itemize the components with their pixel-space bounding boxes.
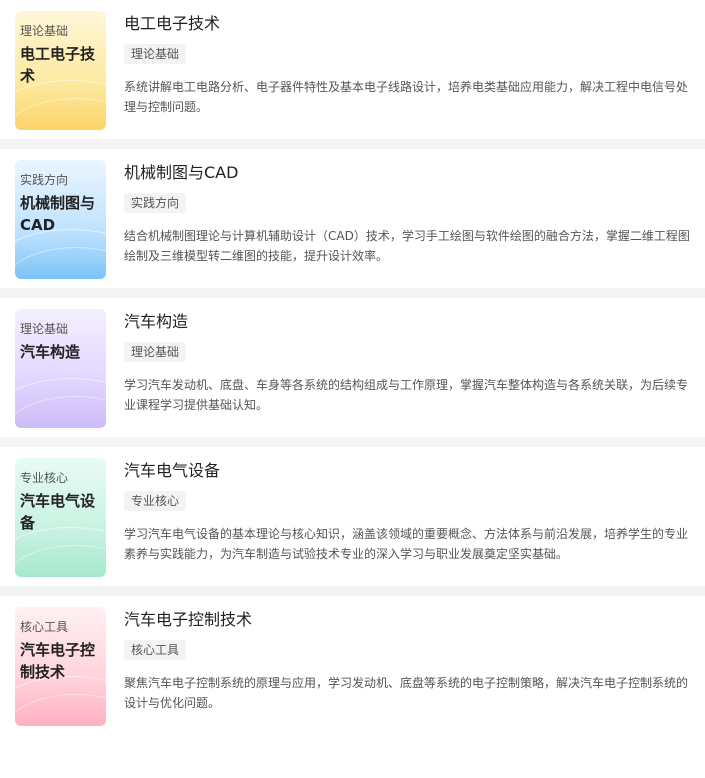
course-description: 系统讲解电工电路分析、电子器件特性及基本电子线路设计，培养电类基础应用能力，解决… [124, 80, 689, 114]
course-tag: 实践方向 [124, 193, 187, 213]
course-tag: 理论基础 [124, 44, 187, 64]
course-list: 理论基础 电工电子技术 电工电子技术 理论基础 系统讲解电工电路分析、电子器件特… [0, 0, 705, 745]
cover-tag: 实践方向 [20, 173, 69, 187]
cover-title: 电工电子技术 [20, 45, 96, 85]
course-info: 汽车电气设备 专业核心 学习汽车电气设备的基本理论与核心知识，涵盖该领域的重要概… [124, 459, 693, 564]
course-card[interactable]: 专业核心 汽车电气设备 汽车电气设备 专业核心 学习汽车电气设备的基本理论与核心… [0, 447, 705, 596]
course-cover[interactable]: 核心工具 汽车电子控制技术 [15, 607, 106, 726]
course-info: 电工电子技术 理论基础 系统讲解电工电路分析、电子器件特性及基本电子线路设计，培… [124, 12, 693, 117]
course-cover[interactable]: 理论基础 电工电子技术 [15, 11, 106, 130]
course-info: 汽车构造 理论基础 学习汽车发动机、底盘、车身等各系统的结构组成与工作原理，掌握… [124, 310, 693, 415]
course-card[interactable]: 理论基础 汽车构造 汽车构造 理论基础 学习汽车发动机、底盘、车身等各系统的结构… [0, 298, 705, 447]
course-title[interactable]: 汽车电气设备 [124, 459, 693, 483]
course-cover[interactable]: 实践方向 机械制图与CAD [15, 160, 106, 279]
course-tag: 专业核心 [124, 491, 187, 511]
cover-title: 汽车电子控制技术 [20, 641, 96, 681]
course-title[interactable]: 汽车电子控制技术 [124, 608, 693, 632]
cover-tag: 理论基础 [20, 322, 69, 336]
course-card[interactable]: 实践方向 机械制图与CAD 机械制图与CAD 实践方向 结合机械制图理论与计算机… [0, 149, 705, 298]
course-description: 聚焦汽车电子控制系统的原理与应用，学习发动机、底盘等系统的电子控制策略，解决汽车… [124, 676, 689, 710]
cover-title: 汽车构造 [20, 343, 81, 361]
cover-tag: 理论基础 [20, 24, 69, 38]
course-title[interactable]: 汽车构造 [124, 310, 693, 334]
course-description: 学习汽车发动机、底盘、车身等各系统的结构组成与工作原理，掌握汽车整体构造与各系统… [124, 378, 689, 412]
course-description: 结合机械制图理论与计算机辅助设计（CAD）技术，学习手工绘图与软件绘图的融合方法… [124, 229, 690, 263]
course-title[interactable]: 机械制图与CAD [124, 161, 693, 185]
cover-tag: 核心工具 [20, 620, 69, 634]
cover-tag: 专业核心 [20, 471, 69, 485]
cover-title: 汽车电气设备 [20, 492, 96, 532]
course-card[interactable]: 核心工具 汽车电子控制技术 汽车电子控制技术 核心工具 聚焦汽车电子控制系统的原… [0, 596, 705, 745]
cover-title: 机械制图与CAD [20, 194, 96, 234]
course-cover[interactable]: 理论基础 汽车构造 [15, 309, 106, 428]
course-card[interactable]: 理论基础 电工电子技术 电工电子技术 理论基础 系统讲解电工电路分析、电子器件特… [0, 0, 705, 149]
course-cover[interactable]: 专业核心 汽车电气设备 [15, 458, 106, 577]
course-info: 汽车电子控制技术 核心工具 聚焦汽车电子控制系统的原理与应用，学习发动机、底盘等… [124, 608, 693, 713]
course-tag: 核心工具 [124, 640, 187, 660]
course-info: 机械制图与CAD 实践方向 结合机械制图理论与计算机辅助设计（CAD）技术，学习… [124, 161, 693, 266]
course-tag: 理论基础 [124, 342, 187, 362]
course-title[interactable]: 电工电子技术 [124, 12, 693, 36]
course-description: 学习汽车电气设备的基本理论与核心知识，涵盖该领域的重要概念、方法体系与前沿发展，… [124, 527, 689, 561]
